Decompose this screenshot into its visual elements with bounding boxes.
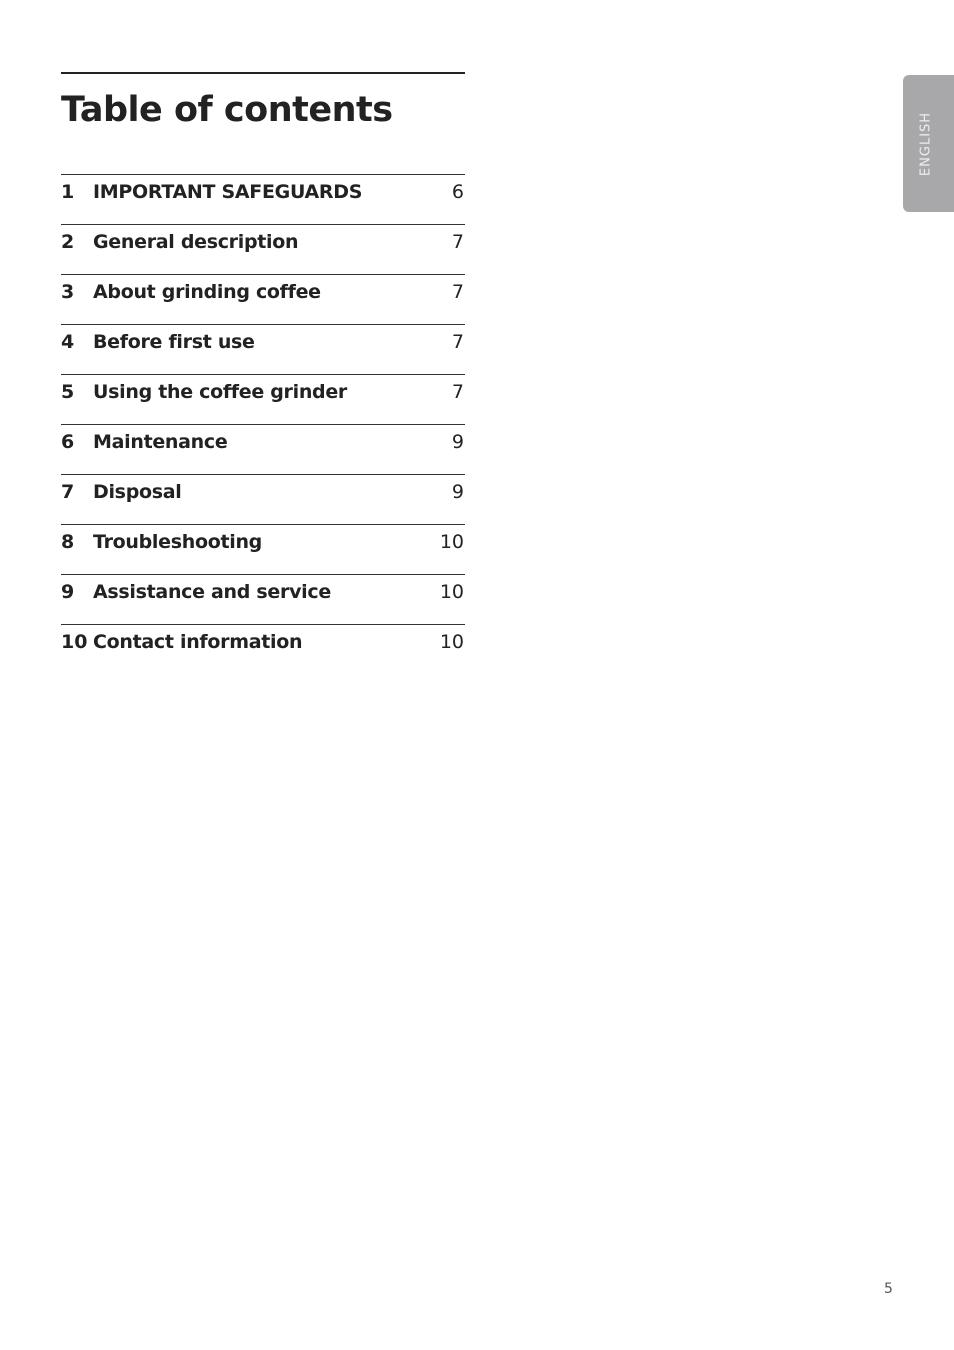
toc-page: 7 <box>451 331 464 353</box>
table-of-contents: 1 IMPORTANT SAFEGUARDS 6 2 General descr… <box>61 174 465 674</box>
toc-page: 10 <box>439 631 464 653</box>
toc-entry[interactable]: 7 Disposal 9 <box>61 474 465 524</box>
toc-number: 2 <box>61 231 75 253</box>
toc-page: 6 <box>451 181 464 203</box>
toc-number: 10 <box>61 631 88 653</box>
toc-label: Maintenance <box>93 431 228 453</box>
toc-entry[interactable]: 2 General description 7 <box>61 224 465 274</box>
toc-entry[interactable]: 3 About grinding coffee 7 <box>61 274 465 324</box>
toc-label: General description <box>93 231 299 253</box>
toc-label: Assistance and service <box>93 581 331 603</box>
toc-number: 8 <box>61 531 75 553</box>
toc-label: About grinding coffee <box>93 281 321 303</box>
toc-page: 10 <box>439 581 464 603</box>
toc-label: Using the coffee grinder <box>93 381 348 403</box>
toc-number: 1 <box>61 181 75 203</box>
toc-number: 5 <box>61 381 75 403</box>
toc-number: 4 <box>61 331 75 353</box>
toc-page: 7 <box>451 381 464 403</box>
toc-label: Troubleshooting <box>93 531 262 553</box>
toc-entry[interactable]: 10 Contact information 10 <box>61 624 465 674</box>
toc-number: 7 <box>61 481 75 503</box>
toc-entry[interactable]: 8 Troubleshooting 10 <box>61 524 465 574</box>
toc-page: 7 <box>451 281 464 303</box>
page-title: Table of contents <box>61 90 393 130</box>
toc-entry[interactable]: 9 Assistance and service 10 <box>61 574 465 624</box>
toc-number: 3 <box>61 281 75 303</box>
page-number: 5 <box>884 1281 893 1297</box>
toc-entry[interactable]: 4 Before first use 7 <box>61 324 465 374</box>
toc-page: 10 <box>439 531 464 553</box>
toc-label: Before first use <box>93 331 255 353</box>
toc-label: IMPORTANT SAFEGUARDS <box>93 181 363 203</box>
toc-entry[interactable]: 6 Maintenance 9 <box>61 424 465 474</box>
toc-number: 9 <box>61 581 75 603</box>
toc-number: 6 <box>61 431 75 453</box>
language-tab-label: ENGLISH <box>918 111 934 177</box>
toc-entry[interactable]: 5 Using the coffee grinder 7 <box>61 374 465 424</box>
top-rule <box>61 72 465 74</box>
toc-page: 9 <box>451 431 464 453</box>
toc-entry[interactable]: 1 IMPORTANT SAFEGUARDS 6 <box>61 174 465 224</box>
toc-page: 9 <box>451 481 464 503</box>
toc-page: 7 <box>451 231 464 253</box>
toc-label: Contact information <box>93 631 303 653</box>
toc-label: Disposal <box>93 481 182 503</box>
